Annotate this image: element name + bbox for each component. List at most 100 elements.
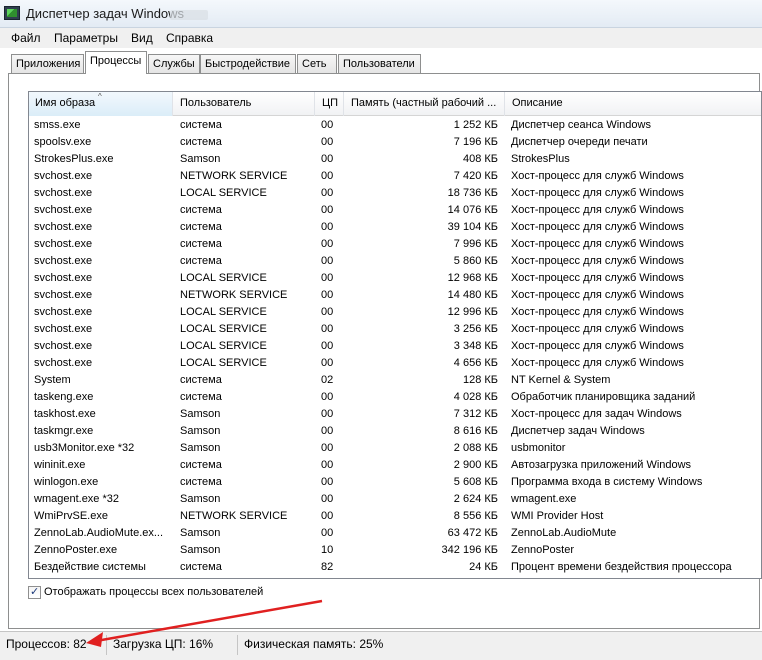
column-cpu[interactable]: ЦП xyxy=(316,92,344,116)
table-cell: 00 xyxy=(321,255,334,267)
menu-view[interactable]: Вид xyxy=(131,31,153,45)
title-bar[interactable]: Диспетчер задач Windows xyxy=(0,0,762,28)
table-cell: Samson xyxy=(180,425,221,437)
table-cell: 18 736 КБ xyxy=(447,187,498,199)
table-cell: система xyxy=(180,374,222,386)
table-cell: svchost.exe xyxy=(34,323,93,335)
table-row[interactable]: Бездействие системы система 82 24 КБ Процент… xyxy=(29,559,761,576)
table-cell: 00 xyxy=(321,391,334,403)
table-row[interactable]: wininit.exe система 00 2 900 КБ Автозагрузка… xyxy=(29,457,761,474)
table-cell: ZennoPoster.exe xyxy=(34,544,118,556)
table-cell: Хост-процесс для служб Windows xyxy=(511,187,684,199)
table-cell: wininit.exe xyxy=(34,459,86,471)
table-cell: система xyxy=(180,204,222,216)
table-cell: 8 556 КБ xyxy=(453,510,498,522)
table-cell: Хост-процесс для служб Windows xyxy=(511,170,684,182)
table-row[interactable]: svchost.exe LOCAL SERVICE 00 12 968 КБ Хост-… xyxy=(29,270,761,287)
table-row[interactable]: smss.exe система 00 1 252 КБ Диспетчер сеанс… xyxy=(29,117,761,134)
tab-applications[interactable]: Приложения xyxy=(11,54,84,73)
table-cell: 14 076 КБ xyxy=(447,204,498,216)
table-cell: 00 xyxy=(321,238,334,250)
table-cell: svchost.exe xyxy=(34,204,93,216)
table-cell: WMI Provider Host xyxy=(511,510,604,522)
list-header: ^ Имя образа Пользователь ЦП Память (час… xyxy=(29,92,761,116)
table-cell: LOCAL SERVICE xyxy=(180,340,267,352)
table-row[interactable]: WmiPrvSE.exe NETWORK SERVICE 00 8 556 КБ WMI… xyxy=(29,508,761,525)
table-cell: 00 xyxy=(321,459,334,471)
table-cell: Samson xyxy=(180,153,221,165)
table-cell: wmagent.exe xyxy=(511,493,577,505)
table-cell: wmagent.exe *32 xyxy=(34,493,119,505)
table-row[interactable]: System система 02 128 КБ NT Kernel & System xyxy=(29,372,761,389)
table-cell: LOCAL SERVICE xyxy=(180,272,267,284)
table-row[interactable]: svchost.exe LOCAL SERVICE 00 18 736 КБ Хост-… xyxy=(29,185,761,202)
column-memory[interactable]: Память (частный рабочий ... xyxy=(345,92,505,116)
menu-file[interactable]: Файл xyxy=(11,31,41,45)
table-cell: 00 xyxy=(321,357,334,369)
table-row[interactable]: taskeng.exe система 00 4 028 КБ Обработчик п… xyxy=(29,389,761,406)
table-row[interactable]: svchost.exe LOCAL SERVICE 00 3 348 КБ Хост-п… xyxy=(29,338,761,355)
menu-options[interactable]: Параметры xyxy=(54,31,118,45)
table-row[interactable]: winlogon.exe система 00 5 608 КБ Программа в… xyxy=(29,474,761,491)
column-image-name[interactable]: ^ Имя образа xyxy=(29,92,173,116)
table-cell: ZennoLab.AudioMute xyxy=(511,527,617,539)
table-row[interactable]: svchost.exe система 00 14 076 КБ Хост-процес… xyxy=(29,202,761,219)
table-cell: Диспетчер задач Windows xyxy=(511,425,645,437)
table-cell: Хост-процесс для служб Windows xyxy=(511,323,684,335)
table-row[interactable]: svchost.exe LOCAL SERVICE 00 12 996 КБ Хост-… xyxy=(29,304,761,321)
column-user[interactable]: Пользователь xyxy=(174,92,315,116)
table-cell: svchost.exe xyxy=(34,272,93,284)
table-row[interactable]: svchost.exe система 00 5 860 КБ Хост-процесс… xyxy=(29,253,761,270)
table-cell: svchost.exe xyxy=(34,255,93,267)
process-list[interactable]: ^ Имя образа Пользователь ЦП Память (час… xyxy=(28,91,762,579)
tab-users[interactable]: Пользователи xyxy=(338,54,421,73)
table-cell: 00 xyxy=(321,493,334,505)
table-row[interactable]: svchost.exe LOCAL SERVICE 00 4 656 КБ Хост-п… xyxy=(29,355,761,372)
table-cell: 00 xyxy=(321,476,334,488)
table-row[interactable]: svchost.exe система 00 39 104 КБ Хост-процес… xyxy=(29,219,761,236)
tab-performance[interactable]: Быстродействие xyxy=(200,54,296,73)
menu-help[interactable]: Справка xyxy=(166,31,213,45)
table-row[interactable]: svchost.exe NETWORK SERVICE 00 7 420 КБ Хост… xyxy=(29,168,761,185)
table-cell: 128 КБ xyxy=(462,374,498,386)
table-cell: Процент времени бездействия процессора xyxy=(511,561,732,573)
table-cell: NT Kernel & System xyxy=(511,374,611,386)
table-cell: Хост-процесс для служб Windows xyxy=(511,306,684,318)
status-divider xyxy=(106,635,107,655)
tab-processes[interactable]: Процессы xyxy=(85,51,147,74)
table-row[interactable]: taskhost.exe Samson 00 7 312 КБ Хост-процесс… xyxy=(29,406,761,423)
table-cell: taskeng.exe xyxy=(34,391,94,403)
show-all-users-checkbox[interactable] xyxy=(28,585,41,599)
table-cell: taskmgr.exe xyxy=(34,425,94,437)
table-cell: 00 xyxy=(321,340,334,352)
table-cell: LOCAL SERVICE xyxy=(180,357,267,369)
table-cell: 1 252 КБ xyxy=(453,119,498,131)
table-cell: winlogon.exe xyxy=(34,476,99,488)
table-cell: Хост-процесс для служб Windows xyxy=(511,357,684,369)
table-row[interactable]: ZennoPoster.exe Samson 10 342 196 КБ ZennoPo… xyxy=(29,542,761,559)
table-cell: svchost.exe xyxy=(34,306,93,318)
table-cell: система xyxy=(180,238,222,250)
table-cell: 408 КБ xyxy=(462,153,498,165)
table-row[interactable]: ZennoLab.AudioMute.ex... Samson 00 63 472 К… xyxy=(29,525,761,542)
table-cell: 5 860 КБ xyxy=(453,255,498,267)
table-cell: Программа входа в систему Windows xyxy=(511,476,703,488)
table-cell: LOCAL SERVICE xyxy=(180,323,267,335)
table-cell: 00 xyxy=(321,204,334,216)
window-controls xyxy=(170,10,208,20)
table-row[interactable]: StrokesPlus.exe Samson 00 408 КБ StrokesPlus xyxy=(29,151,761,168)
table-row[interactable]: taskmgr.exe Samson 00 8 616 КБ Диспетчер зад… xyxy=(29,423,761,440)
table-row[interactable]: usb3Monitor.exe *32 Samson 00 2 088 КБ usbmo… xyxy=(29,440,761,457)
table-cell: StrokesPlus xyxy=(511,153,570,165)
tab-network[interactable]: Сеть xyxy=(297,54,337,73)
table-row[interactable]: svchost.exe LOCAL SERVICE 00 3 256 КБ Хост-п… xyxy=(29,321,761,338)
table-row[interactable]: svchost.exe NETWORK SERVICE 00 14 480 КБ Хос… xyxy=(29,287,761,304)
table-cell: Автозагрузка приложений Windows xyxy=(511,459,692,471)
tab-services[interactable]: Службы xyxy=(148,54,200,73)
table-row[interactable]: svchost.exe система 00 7 996 КБ Хост-процесс… xyxy=(29,236,761,253)
table-cell: система xyxy=(180,459,222,471)
table-cell: Бездействие системы xyxy=(34,561,146,573)
table-row[interactable]: wmagent.exe *32 Samson 00 2 624 КБ wmagent.e… xyxy=(29,491,761,508)
column-description[interactable]: Описание xyxy=(506,92,761,116)
table-row[interactable]: spoolsv.exe система 00 7 196 КБ Диспетчер оч… xyxy=(29,134,761,151)
